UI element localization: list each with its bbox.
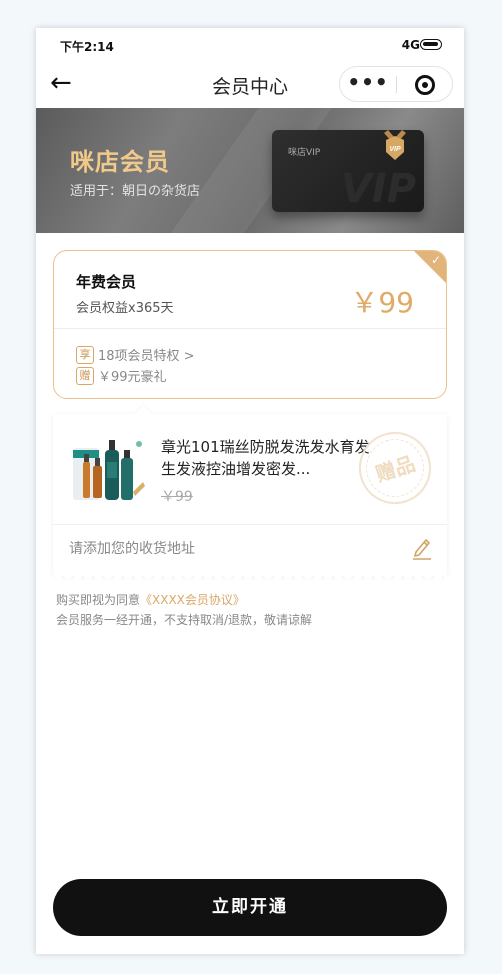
gift-stamp-text: 赠品 bbox=[358, 431, 432, 505]
miniprogram-capsule: ••• bbox=[339, 66, 453, 102]
edit-pencil-icon[interactable] bbox=[411, 536, 433, 560]
battery-icon bbox=[420, 39, 442, 50]
svg-text:VIP: VIP bbox=[389, 146, 401, 153]
panel-divider bbox=[53, 524, 447, 525]
plan-name: 年费会员 bbox=[76, 273, 137, 291]
refund-notice: 会员服务一经开通，不支持取消/退款，敬请谅解 bbox=[56, 613, 313, 627]
banner-title: 咪店会员 bbox=[70, 148, 170, 176]
banner-subtitle: 适用于：朝日の杂货店 bbox=[70, 184, 201, 199]
vip-card-watermark: VIP bbox=[340, 166, 416, 212]
perk-gift: 赠 ￥99元豪礼 bbox=[76, 366, 167, 385]
nav-bar: ← 会员中心 ••• bbox=[36, 62, 464, 106]
plan-description: 会员权益x365天 bbox=[76, 301, 174, 316]
agreement-prefix: 购买即视为同意 bbox=[56, 593, 141, 607]
perk-tag: 享 bbox=[76, 345, 94, 364]
more-menu-icon[interactable]: ••• bbox=[340, 67, 396, 101]
gift-product-panel: 章光101瑞丝防脱发洗发水育发生发液控油增发密发... ￥99 赠品 请添加您的… bbox=[53, 405, 447, 581]
card-divider bbox=[54, 328, 446, 329]
checkmark-icon: ✓ bbox=[430, 253, 441, 267]
activate-now-button[interactable]: 立即开通 bbox=[53, 879, 447, 936]
product-original-price: ￥99 bbox=[161, 489, 193, 505]
vip-medal-icon: VIP bbox=[384, 130, 406, 160]
panel-zigzag-edge bbox=[53, 575, 447, 581]
agreement-link[interactable]: 《XXXX会员协议》 bbox=[140, 593, 245, 607]
plan-price: ￥99 bbox=[350, 286, 414, 319]
membership-banner: 咪店会员 适用于：朝日の杂货店 咪店VIP VIP VIP bbox=[36, 108, 464, 233]
annual-membership-option[interactable]: ✓ 年费会员 会员权益x365天 ￥99 享 18项会员特权 > 赠 ￥99元豪礼 bbox=[53, 250, 447, 399]
product-title: 章光101瑞丝防脱发洗发水育发生发液控油增发密发... bbox=[161, 438, 370, 478]
phone-screen: 下午2:14 4G ← 会员中心 ••• 咪店会员 适用于：朝日の杂货店 咪店V… bbox=[36, 28, 464, 954]
vip-card-label: 咪店VIP bbox=[288, 148, 321, 158]
close-miniprogram-icon[interactable] bbox=[415, 75, 435, 95]
capsule-divider bbox=[396, 76, 397, 93]
network-indicator: 4G bbox=[401, 38, 420, 52]
address-placeholder: 请添加您的收货地址 bbox=[69, 541, 195, 557]
perk-text: ￥99元豪礼 bbox=[98, 370, 167, 385]
product-image bbox=[73, 440, 145, 500]
status-bar: 下午2:14 4G bbox=[36, 28, 464, 62]
add-address-row[interactable]: 请添加您的收货地址 bbox=[69, 538, 433, 562]
perk-privileges-link[interactable]: 享 18项会员特权 > bbox=[76, 345, 195, 364]
perk-tag: 赠 bbox=[76, 366, 94, 385]
perk-text: 18项会员特权 > bbox=[98, 349, 195, 364]
vip-card-image: 咪店VIP VIP VIP bbox=[272, 130, 424, 212]
status-time: 下午2:14 bbox=[60, 40, 114, 54]
agreement-line: 购买即视为同意《XXXX会员协议》 bbox=[56, 590, 312, 610]
panel-pointer bbox=[134, 405, 152, 423]
agreement-text: 购买即视为同意《XXXX会员协议》 会员服务一经开通，不支持取消/退款，敬请谅解 bbox=[56, 590, 312, 630]
